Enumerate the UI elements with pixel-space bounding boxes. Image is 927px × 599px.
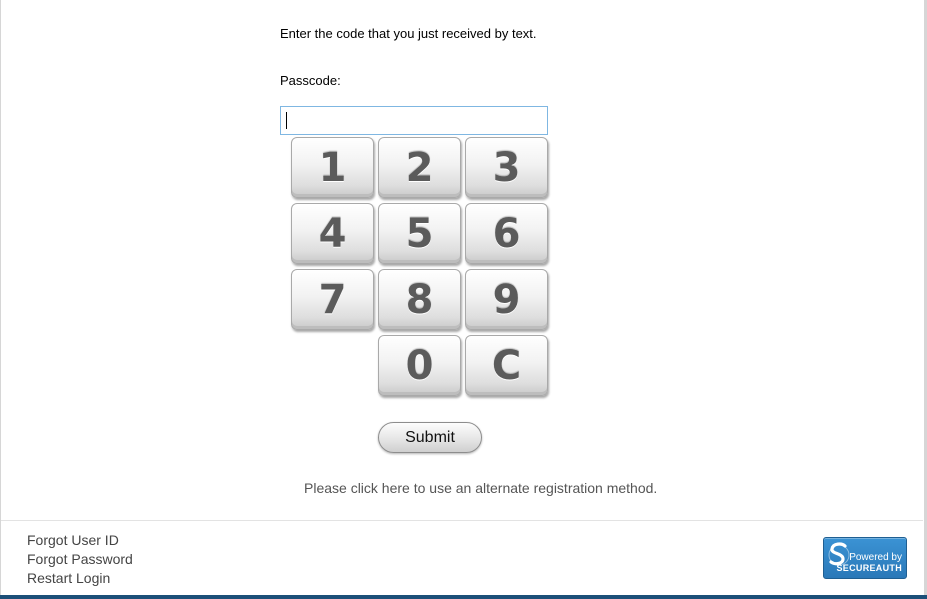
- submit-button[interactable]: Submit: [378, 422, 482, 453]
- keypad-key-7[interactable]: 7: [291, 269, 374, 330]
- badge-brand-text: SECUREAUTH: [836, 563, 902, 573]
- restart-login-link[interactable]: Restart Login: [27, 570, 110, 586]
- keypad: 1 2 3 4 5 6 7 8 9 0 C: [291, 137, 551, 399]
- alternate-registration-link[interactable]: Please click here to use an alternate re…: [304, 480, 657, 496]
- keypad-key-4[interactable]: 4: [291, 203, 374, 264]
- passcode-label: Passcode:: [280, 73, 341, 88]
- text-caret: [286, 112, 287, 129]
- keypad-key-2[interactable]: 2: [378, 137, 461, 198]
- powered-by-secureauth-badge[interactable]: Powered by SECUREAUTH: [823, 537, 907, 579]
- keypad-key-3[interactable]: 3: [465, 137, 548, 198]
- keypad-key-5[interactable]: 5: [378, 203, 461, 264]
- keypad-key-0[interactable]: 0: [378, 335, 461, 396]
- instruction-text: Enter the code that you just received by…: [280, 26, 537, 41]
- forgot-user-id-link[interactable]: Forgot User ID: [27, 532, 119, 548]
- keypad-key-1[interactable]: 1: [291, 137, 374, 198]
- footer-divider: [1, 520, 923, 521]
- keypad-key-9[interactable]: 9: [465, 269, 548, 330]
- badge-powered-text: Powered by: [849, 552, 902, 563]
- keypad-clear-key[interactable]: C: [465, 335, 548, 396]
- bottom-accent-bar: [0, 595, 927, 599]
- passcode-input[interactable]: [280, 106, 548, 135]
- forgot-password-link[interactable]: Forgot Password: [27, 551, 133, 567]
- keypad-key-6[interactable]: 6: [465, 203, 548, 264]
- keypad-key-8[interactable]: 8: [378, 269, 461, 330]
